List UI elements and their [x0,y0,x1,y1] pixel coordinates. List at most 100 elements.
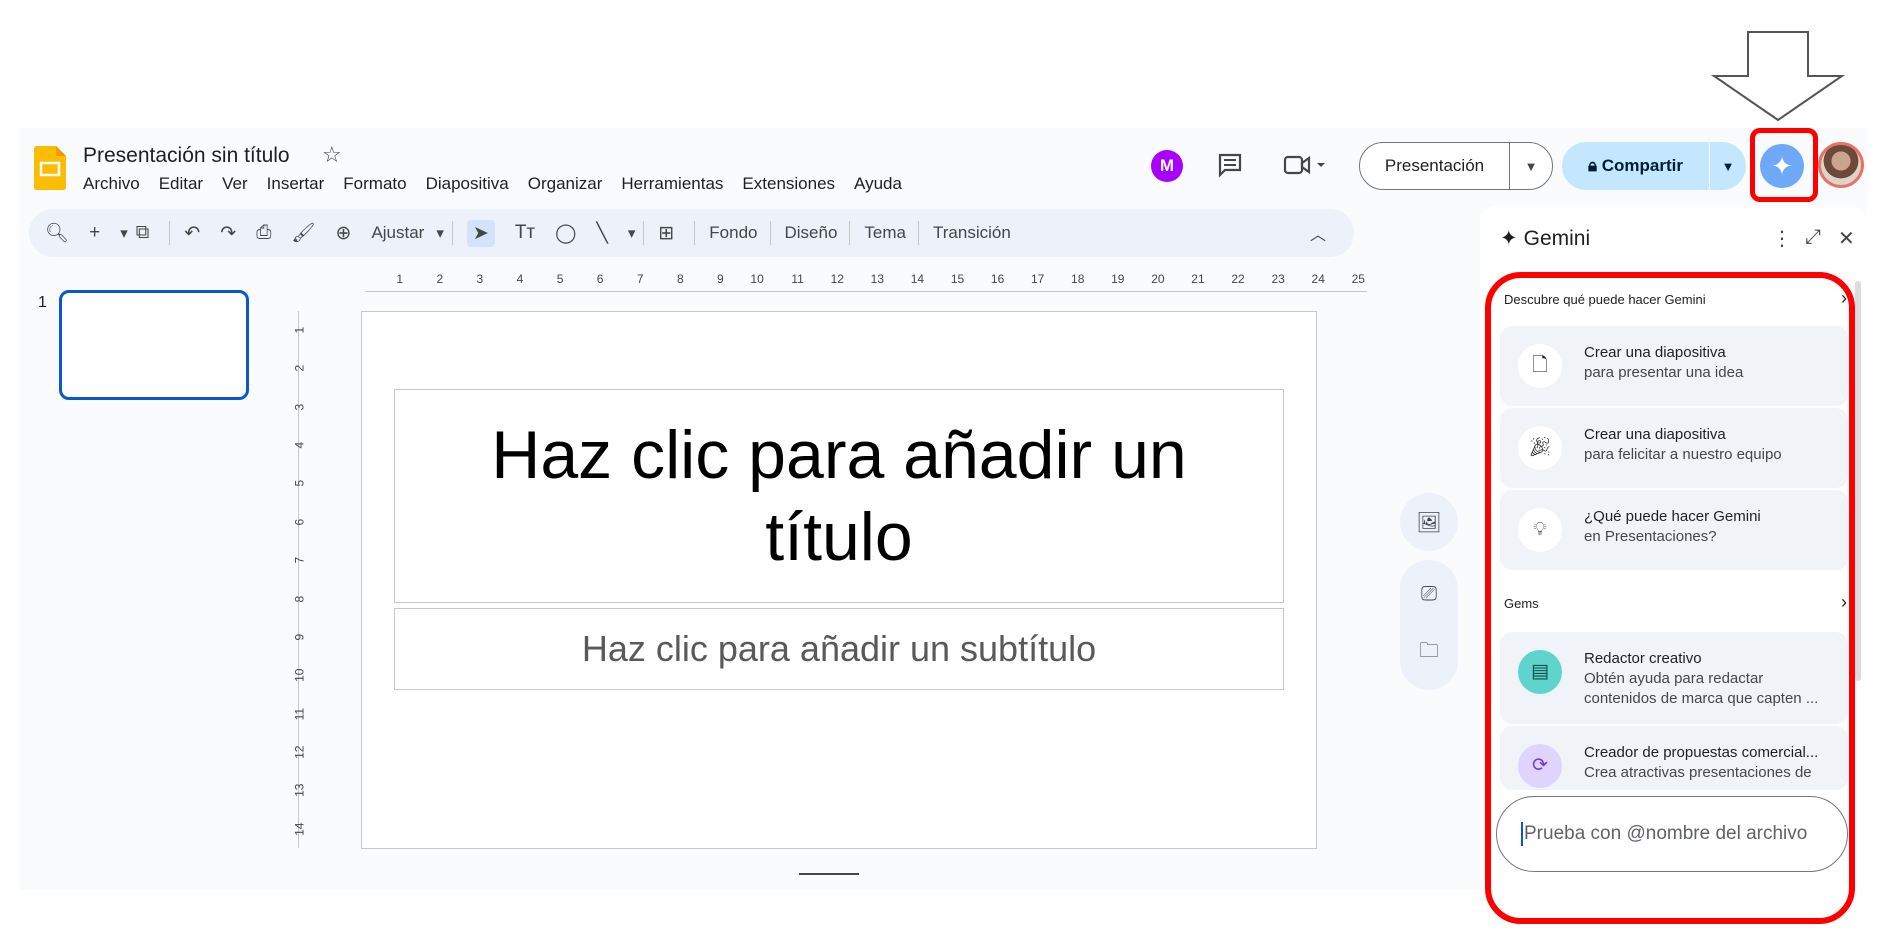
ruler-tick: 13 [870,272,885,286]
text-box-icon[interactable]: Tт [515,222,535,244]
share-text: Compartir [1601,156,1683,175]
ruler-tick: 14 [910,272,925,286]
ruler-tick: 14 [292,822,307,836]
chevron-down-icon[interactable]: ▼ [1510,159,1552,174]
zoom-select[interactable]: Ajustar [371,223,424,243]
ruler-tick: 12 [830,272,844,286]
ruler-tick: 11 [791,272,804,286]
avatar[interactable] [1818,142,1864,188]
ruler-tick: 8 [292,595,307,603]
annotation-highlight-gemini-panel [1485,272,1855,924]
image-generate-icon[interactable]: 🖼︎ [1400,510,1458,535]
slide-thumbnail[interactable] [59,290,249,400]
ruler-tick: 11 [292,707,307,721]
background-button[interactable]: Fondo [709,223,757,243]
ruler-tick: 1 [292,326,307,334]
ruler-tick: 8 [676,272,684,286]
ruler-tick: 16 [990,272,1005,286]
extension-logo-icon[interactable]: M [1151,150,1183,182]
ruler-tick: 5 [292,480,307,487]
divider [694,221,696,245]
undo-icon[interactable]: ↶ [184,222,200,245]
annotation-arrow [1710,31,1846,122]
toolbar: 🔍︎ + ▾ ⧉ ↶ ↷ ⎙ 🖌︎ ⊕ Ajustar ▾ ➤ Tт ◯ ╲ ▾… [29,209,1354,257]
new-slide-icon[interactable]: + [89,222,100,244]
menu-ayuda[interactable]: Ayuda [854,174,911,194]
slide-number: 1 [38,294,47,311]
ruler-tick: 7 [636,272,644,286]
menu-insertar[interactable]: Insertar [267,174,334,194]
slideshow-label[interactable]: Presentación [1360,143,1510,189]
search-menus-icon[interactable]: 🔍︎ [45,221,69,245]
comments-icon[interactable] [1217,152,1243,178]
slide-canvas[interactable]: Haz clic para añadir un título Haz clic … [361,311,1317,849]
ruler-tick: 4 [292,441,307,449]
share-label[interactable]: 🔒︎ Compartir [1562,142,1710,190]
menu-herramientas[interactable]: Herramientas [621,174,732,194]
select-cursor-icon[interactable]: ➤ [466,219,495,247]
ruler-tick: 10 [750,272,764,286]
ruler-tick: 12 [292,745,307,759]
lock-icon: 🔒︎ [1587,156,1602,175]
document-title[interactable]: Presentación sin título [83,144,290,168]
layout-button[interactable]: Diseño [785,223,838,243]
paint-format-icon[interactable]: 🖌︎ [291,221,315,245]
horizontal-ruler: 1 2 3 4 5 6 7 8 9 10 11 12 13 14 15 16 1… [365,272,1367,292]
ruler-tick: 18 [1071,272,1085,286]
ruler-tick: 9 [717,272,724,286]
star-icon[interactable]: ☆ [322,142,342,168]
new-slide-layout-icon[interactable]: ⧉ [136,222,150,244]
folder-icon[interactable]: 🗀︎ [1400,636,1458,670]
close-icon[interactable]: ✕ [1838,226,1855,251]
menu-organizar[interactable]: Organizar [528,174,612,194]
print-icon[interactable]: ⎙ [256,222,271,244]
line-icon[interactable]: ╲ [596,222,607,245]
ruler-tick: 22 [1231,272,1245,286]
subtitle-placeholder[interactable]: Haz clic para añadir un subtítulo [394,608,1284,690]
ruler-tick: 23 [1271,272,1285,286]
meet-video-icon[interactable] [1283,154,1327,176]
speaker-notes-drag-handle[interactable] [799,873,859,875]
share-button[interactable]: 🔒︎ Compartir ▼ [1562,142,1746,190]
chevron-up-icon[interactable]: ︿ [1310,221,1326,245]
gemini-spark-icon: ✦ [1500,227,1518,250]
chevron-down-icon[interactable]: ▾ [628,224,636,242]
transition-button[interactable]: Transición [933,223,1011,243]
slideshow-button[interactable]: Presentación ▼ [1359,142,1553,190]
ruler-tick: 4 [516,272,524,286]
gemini-panel-title: ✦ Gemini [1500,226,1590,251]
menu-formato[interactable]: Formato [343,174,415,194]
shape-icon[interactable]: ◯ [555,222,576,245]
slides-logo-icon[interactable] [34,146,66,190]
menu-diapositiva[interactable]: Diapositiva [426,174,518,194]
more-options-icon[interactable]: ⋮ [1772,226,1792,251]
theme-button[interactable]: Tema [864,223,906,243]
add-comment-icon[interactable]: ⊞ [658,222,674,245]
divider [918,221,919,245]
annotation-highlight-gemini-button [1750,128,1818,202]
panel-scrollbar[interactable] [1855,281,1861,681]
ruler-tick: 7 [292,556,307,564]
image-search-icon[interactable]: ⎚ [1400,583,1458,606]
ruler-tick: 19 [1111,272,1125,286]
chevron-down-icon[interactable]: ▼ [1710,159,1746,174]
ruler-tick: 17 [1030,272,1045,286]
title-text: Haz clic para añadir un título [491,414,1186,578]
menu-ver[interactable]: Ver [222,174,257,194]
ruler-tick: 3 [476,272,484,286]
menu-archivo[interactable]: Archivo [83,174,149,194]
ruler-tick: 1 [396,272,404,286]
ruler-tick: 2 [436,272,444,286]
title-line-2: título [765,499,913,575]
title-placeholder[interactable]: Haz clic para añadir un título [394,389,1284,603]
ruler-tick: 13 [292,783,307,798]
divider [451,221,453,245]
chevron-down-icon[interactable]: ▾ [436,224,444,242]
zoom-icon[interactable]: ⊕ [336,222,352,245]
menu-editar[interactable]: Editar [159,174,212,194]
menu-extensiones[interactable]: Extensiones [742,174,844,194]
chevron-down-icon[interactable]: ▾ [120,224,128,242]
ruler-tick: 15 [950,272,965,286]
expand-icon[interactable]: ⤢ [1805,226,1821,249]
redo-icon[interactable]: ↷ [220,222,236,245]
